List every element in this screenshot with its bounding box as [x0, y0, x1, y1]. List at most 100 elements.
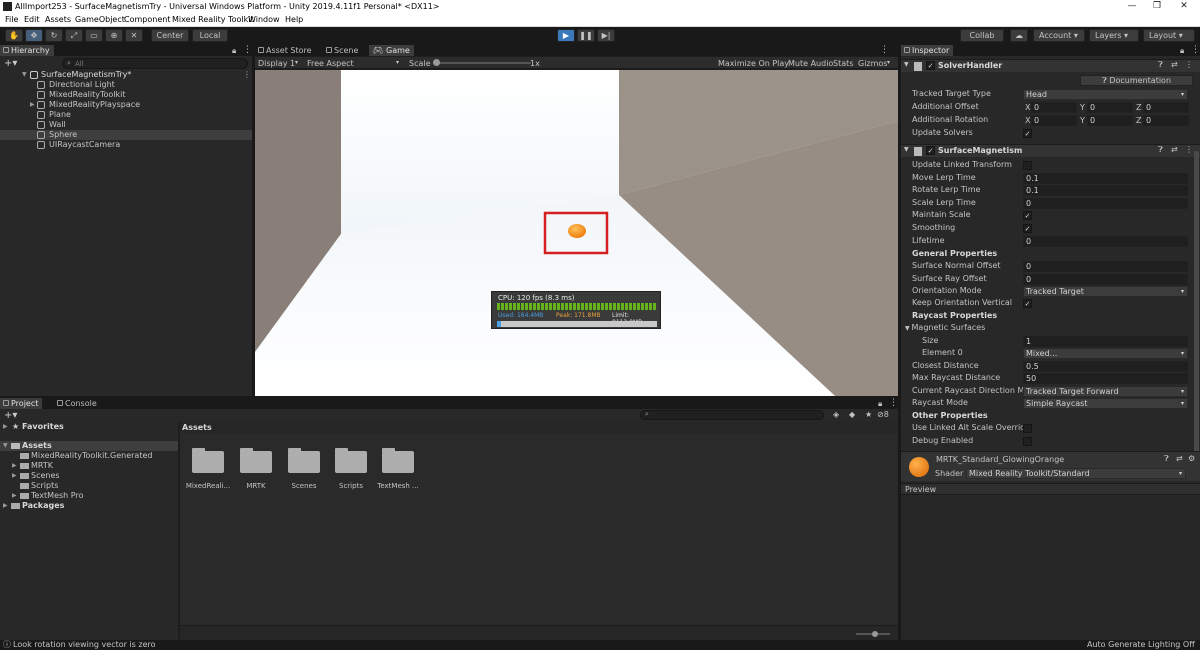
icon-size-slider[interactable]: [856, 631, 890, 637]
pause-icon[interactable]: ❚❚: [577, 29, 595, 42]
debug-enabled-checkbox[interactable]: [1023, 437, 1032, 446]
icon-size-thumb[interactable]: [872, 631, 878, 637]
scene-row[interactable]: ▼ SurfaceMagnetismTry* ⋮: [0, 70, 252, 80]
menu-assets[interactable]: Assets: [45, 15, 71, 24]
raycast-mode-dropdown[interactable]: Simple Raycast ▾: [1023, 398, 1188, 409]
offset-z-field[interactable]: 0: [1143, 102, 1189, 113]
cloud-icon[interactable]: ☁: [1010, 29, 1028, 42]
favorite-icon[interactable]: ★: [865, 410, 872, 419]
preview-header[interactable]: Preview: [901, 483, 1200, 495]
game-viewport[interactable]: [255, 70, 898, 396]
layers-dropdown[interactable]: Layers ▾: [1089, 29, 1139, 42]
scale-tool-icon[interactable]: ⤢: [65, 29, 83, 42]
scale-slider[interactable]: [433, 59, 531, 66]
filter-label-icon[interactable]: ◆: [849, 410, 855, 419]
offset-y-field[interactable]: 0: [1087, 102, 1133, 113]
foldout-triangle-icon[interactable]: ▼: [904, 146, 909, 153]
menu-component[interactable]: Component: [124, 15, 170, 24]
inspector-menu-icon[interactable]: ⋮: [1191, 45, 1200, 55]
layout-dropdown[interactable]: Layout ▾: [1143, 29, 1195, 42]
more-icon[interactable]: ⋮: [243, 45, 252, 55]
mute-audio-toggle[interactable]: Mute Audio: [788, 59, 833, 68]
tab-console[interactable]: Console: [54, 398, 101, 409]
closest-distance-field[interactable]: 0.5: [1023, 361, 1188, 372]
component-menu-icon[interactable]: ⋮: [1185, 60, 1193, 69]
status-message[interactable]: Look rotation viewing vector is zero: [13, 640, 156, 650]
enable-magnetism-checkbox[interactable]: ✓: [926, 146, 935, 155]
surface-magnetism-header[interactable]: ▼ ✓ SurfaceMagnetism ❓︎ ⇄ ⋮: [901, 144, 1200, 157]
filter-type-icon[interactable]: ◈: [833, 410, 839, 419]
hierarchy-search-input[interactable]: ⌕ All: [62, 58, 248, 69]
scene-menu-icon[interactable]: ⋮: [243, 70, 251, 80]
expand-triangle-icon[interactable]: ▼: [22, 70, 27, 80]
lock-icon[interactable]: 🔒︎: [232, 46, 236, 56]
collapsed-triangle-icon[interactable]: ▶: [30, 100, 35, 110]
rotate-tool-icon[interactable]: ↻: [45, 29, 63, 42]
tab-project[interactable]: Project: [0, 398, 43, 409]
rotation-x-field[interactable]: 0: [1031, 115, 1077, 126]
enable-solver-checkbox[interactable]: ✓: [926, 61, 935, 70]
packages-row[interactable]: ▶ Packages: [0, 501, 178, 511]
tab-inspector[interactable]: Inspector: [901, 45, 954, 56]
size-field[interactable]: 1: [1023, 336, 1188, 347]
stats-toggle[interactable]: Stats: [833, 59, 853, 68]
surface-ray-offset-field[interactable]: 0: [1023, 274, 1188, 285]
help-icon[interactable]: ❓︎: [1164, 454, 1169, 464]
documentation-button[interactable]: ❓︎ Documentation: [1080, 75, 1193, 86]
rotation-z-field[interactable]: 0: [1143, 115, 1189, 126]
account-dropdown[interactable]: Account ▾: [1033, 29, 1085, 42]
collapsed-triangle-icon[interactable]: ▶: [12, 471, 17, 481]
project-menu-icon[interactable]: ⋮: [889, 398, 898, 408]
orientation-mode-dropdown[interactable]: Tracked Target ▾: [1023, 286, 1188, 297]
favorites-row[interactable]: ▶ ★ Favorites: [0, 422, 178, 432]
close-button[interactable]: ✕: [1174, 1, 1194, 13]
hierarchy-item[interactable]: Directional Light: [0, 80, 252, 90]
raycast-direction-dropdown[interactable]: Tracked Target Forward ▾: [1023, 386, 1188, 397]
hierarchy-item[interactable]: UIRaycastCamera: [0, 140, 252, 150]
lifetime-field[interactable]: 0: [1023, 236, 1188, 247]
help-icon[interactable]: ❓︎: [1158, 60, 1163, 70]
alt-scale-override-checkbox[interactable]: [1023, 424, 1032, 433]
folder-tree-item[interactable]: Scripts: [0, 481, 178, 491]
inspector-scrollbar[interactable]: [1194, 151, 1199, 481]
gizmos-toggle[interactable]: Gizmos: [858, 59, 887, 68]
surface-normal-offset-field[interactable]: 0: [1023, 261, 1188, 272]
breadcrumb-assets[interactable]: Assets: [182, 423, 212, 432]
hierarchy-item-selected[interactable]: Sphere: [0, 130, 252, 140]
magnetic-surfaces-foldout[interactable]: ▼ Magnetic Surfaces: [905, 322, 985, 334]
play-icon[interactable]: ▶: [557, 29, 575, 42]
shader-dropdown[interactable]: Mixed Reality Toolkit/Standard ▾: [966, 468, 1186, 479]
transform-tool-icon[interactable]: ⊕: [105, 29, 123, 42]
rotation-y-field[interactable]: 0: [1087, 115, 1133, 126]
add-icon[interactable]: +▾: [4, 58, 17, 69]
move-lerp-time-field[interactable]: 0.1: [1023, 173, 1188, 184]
custom-tool-icon[interactable]: ✕: [125, 29, 143, 42]
pivot-center-button[interactable]: Center: [151, 29, 189, 42]
menu-edit[interactable]: Edit: [24, 15, 40, 24]
hand-tool-icon[interactable]: ✋: [5, 29, 23, 42]
collapsed-triangle-icon[interactable]: ▶: [12, 491, 17, 501]
tab-game[interactable]: 🎮︎ Game: [369, 45, 414, 56]
display-dropdown[interactable]: Display 1: [258, 59, 295, 68]
preset-icon[interactable]: ⇄: [1171, 60, 1178, 69]
menu-window[interactable]: Window: [248, 15, 280, 24]
layer-mask-dropdown[interactable]: Mixed... ▾: [1023, 348, 1188, 359]
max-raycast-distance-field[interactable]: 50: [1023, 373, 1188, 384]
aspect-dropdown[interactable]: Free Aspect: [307, 59, 354, 68]
folder-tree-item[interactable]: ▶ Scenes: [0, 471, 178, 481]
hierarchy-item[interactable]: Plane: [0, 110, 252, 120]
tab-asset-store[interactable]: Asset Store: [255, 45, 316, 56]
keep-orientation-vertical-checkbox[interactable]: ✓: [1023, 299, 1032, 308]
gizmos-chevron-icon[interactable]: ▾: [887, 59, 890, 66]
maximize-on-play-toggle[interactable]: Maximize On Play: [718, 59, 789, 68]
foldout-triangle-icon[interactable]: ▼: [904, 61, 909, 68]
hierarchy-item[interactable]: MixedRealityToolkit: [0, 90, 252, 100]
offset-x-field[interactable]: 0: [1031, 102, 1077, 113]
hierarchy-item[interactable]: ▶ MixedRealityPlayspace: [0, 100, 252, 110]
scale-lerp-time-field[interactable]: 0: [1023, 198, 1188, 209]
minimize-button[interactable]: —: [1122, 1, 1142, 13]
preset-icon[interactable]: ⇄: [1171, 145, 1178, 154]
update-linked-transform-checkbox[interactable]: [1023, 161, 1032, 170]
preset-icon[interactable]: ⇄: [1176, 454, 1183, 463]
hierarchy-item[interactable]: Wall: [0, 120, 252, 130]
